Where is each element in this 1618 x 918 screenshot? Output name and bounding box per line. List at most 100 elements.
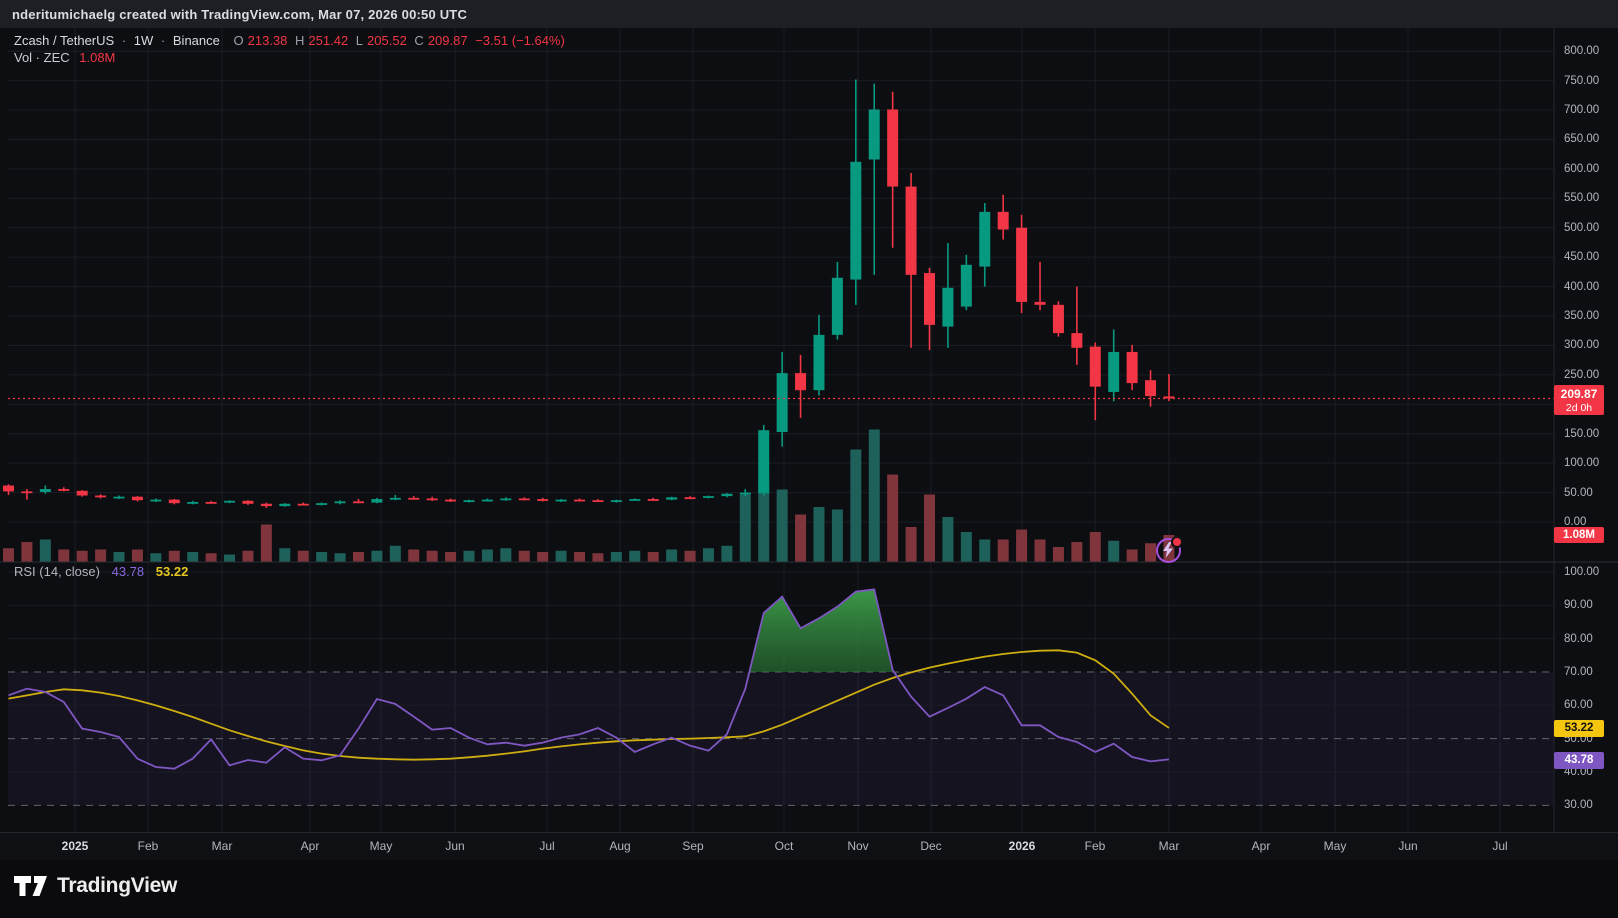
price-tick-label: 100.00 (1564, 456, 1599, 470)
rsi-badge: 43.78 (1554, 752, 1604, 769)
volume-bar (887, 475, 898, 563)
volume-label: Vol · ZEC (14, 50, 70, 65)
brand-name: TradingView (57, 874, 177, 898)
low-value: 205.52 (367, 33, 407, 48)
volume-bar (500, 548, 511, 562)
candle-body (592, 500, 603, 502)
volume-bar (721, 546, 732, 562)
rsi-tick-label: 80.00 (1564, 632, 1593, 646)
candle-body (648, 499, 659, 501)
volume-bar (666, 550, 677, 563)
time-axis-label: Jun (1398, 839, 1417, 853)
candle-body (242, 501, 253, 504)
candle-body (1127, 352, 1138, 383)
volume-bar (998, 540, 1009, 563)
volume-bar (1071, 542, 1082, 562)
price-tick-label: 750.00 (1564, 74, 1599, 88)
time-axis-label: Dec (920, 839, 941, 853)
volume-bar (261, 525, 272, 563)
volume-bar (206, 553, 217, 562)
candle-body (832, 278, 843, 335)
lightning-button[interactable] (1156, 538, 1181, 563)
volume-bar (242, 551, 253, 562)
price-tick-label: 300.00 (1564, 338, 1599, 352)
time-axis-label: Aug (609, 839, 630, 853)
volume-bar (187, 552, 198, 562)
symbol-name[interactable]: Zcash / TetherUS (14, 33, 114, 48)
time-axis[interactable]: 2025FebMarAprMayJunJulAugSepOctNovDec202… (0, 832, 1618, 861)
time-axis-label: Mar (212, 839, 233, 853)
volume-bar (611, 552, 622, 562)
volume-bar (703, 548, 714, 562)
price-tick-label: 500.00 (1564, 221, 1599, 235)
price-tick-label: 550.00 (1564, 191, 1599, 205)
rsi-title: RSI (14, close) (14, 564, 100, 579)
volume-legend[interactable]: Vol · ZEC 1.08M (14, 50, 115, 65)
volume-bar (150, 553, 161, 562)
volume-bar (40, 540, 51, 563)
bar-countdown: 2d 0h (1554, 402, 1604, 414)
candle-body (758, 430, 769, 493)
candle-body (279, 504, 290, 506)
rsi-legend[interactable]: RSI (14, close) 43.78 53.22 (14, 564, 188, 579)
candle-body (427, 498, 438, 500)
volume-bar (353, 552, 364, 562)
volume-bar (1016, 530, 1027, 563)
volume-bar (924, 495, 935, 563)
volume-bar (3, 548, 14, 562)
price-axis[interactable]: 800.00750.00700.00650.00600.00550.00500.… (1554, 28, 1618, 832)
candle-body (703, 496, 714, 498)
candle-body (132, 497, 143, 501)
candle-body (445, 500, 456, 502)
candle-body (979, 212, 990, 267)
watermark-bar: nderitumichaelg created with TradingView… (0, 0, 1618, 28)
time-axis-label: Jul (1492, 839, 1507, 853)
tradingview-brand[interactable]: TradingView (14, 874, 177, 898)
volume-bar (1127, 550, 1138, 563)
price-tick-label: 450.00 (1564, 250, 1599, 264)
symbol-legend[interactable]: Zcash / TetherUS · 1W · Binance O213.38 … (14, 33, 569, 48)
candle-body (58, 489, 69, 491)
candle-body (1053, 305, 1064, 333)
volume-bar (850, 450, 861, 563)
time-axis-label: Mar (1159, 839, 1180, 853)
candle-body (1071, 333, 1082, 348)
price-chart-canvas[interactable] (0, 0, 1618, 918)
volume-bar (445, 552, 456, 562)
candle-body (574, 500, 585, 502)
volume-bar (77, 551, 88, 562)
volume-bar (1145, 543, 1156, 562)
volume-bar (685, 551, 696, 562)
volume-bar (942, 517, 953, 562)
tradingview-logo-icon (14, 876, 48, 897)
time-axis-label: Oct (775, 839, 794, 853)
volume-bar (132, 550, 143, 563)
candle-body (611, 500, 622, 502)
open-value: 213.38 (248, 33, 288, 48)
candle-body (261, 504, 272, 506)
time-axis-label: Sep (682, 839, 703, 853)
time-axis-label: May (1324, 839, 1347, 853)
candle-body (1016, 228, 1027, 302)
time-axis-label: 2026 (1009, 839, 1036, 853)
candle-body (206, 502, 217, 504)
rsi-tick-label: 90.00 (1564, 598, 1593, 612)
candle-body (95, 496, 106, 498)
volume-bar (1108, 541, 1119, 562)
candle-body (3, 486, 14, 492)
volume-bar (1053, 547, 1064, 562)
volume-bar (813, 507, 824, 562)
candle-body (685, 497, 696, 499)
interval-label[interactable]: 1W (134, 33, 154, 48)
time-axis-label: Nov (847, 839, 868, 853)
volume-bar (427, 551, 438, 562)
volume-bar (519, 551, 530, 562)
tradingview-chart-page: nderitumichaelg created with TradingView… (0, 0, 1618, 918)
candle-body (721, 494, 732, 496)
candle-body (21, 491, 32, 493)
candle-body (795, 373, 806, 390)
time-axis-label: 2025 (62, 839, 89, 853)
candle-body (813, 335, 824, 390)
watermark-text: nderitumichaelg created with TradingView… (12, 7, 467, 22)
volume-bar (279, 548, 290, 562)
